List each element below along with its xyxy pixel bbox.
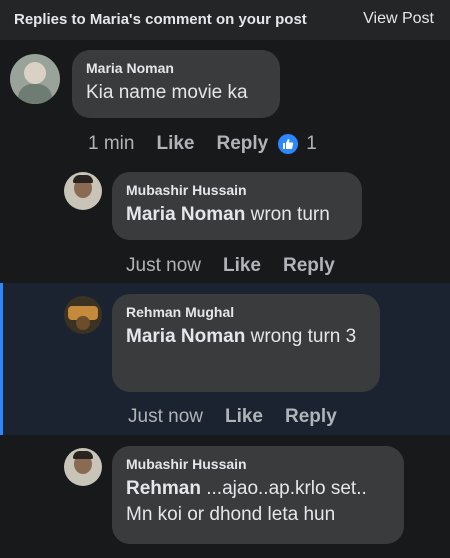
mention-link[interactable]: Rehman xyxy=(126,478,201,499)
view-post-link[interactable]: View Post xyxy=(363,10,434,28)
comment-text: Rehman ...ajao..ap.krlo set.. Mn koi or … xyxy=(126,476,390,528)
reply-button[interactable]: Reply xyxy=(285,406,337,428)
like-button[interactable]: Like xyxy=(156,133,194,155)
comment-actions: Just now Like Reply xyxy=(126,255,357,277)
like-button[interactable]: Like xyxy=(223,255,261,277)
avatar[interactable] xyxy=(64,172,102,210)
comment-bubble[interactable]: Mubashir Hussain Maria Noman wron turn xyxy=(112,172,362,240)
comment-text: Maria Noman wron turn xyxy=(126,202,348,228)
comment-timestamp: 1 min xyxy=(88,133,135,154)
comment-author[interactable]: Maria Noman xyxy=(86,60,266,76)
like-button[interactable]: Like xyxy=(225,406,263,428)
comment-timestamp: Just now xyxy=(126,255,201,276)
avatar[interactable] xyxy=(64,448,102,486)
comment-author[interactable]: Mubashir Hussain xyxy=(126,456,390,472)
like-reaction-icon[interactable] xyxy=(278,134,299,154)
reply-button[interactable]: Reply xyxy=(283,255,335,277)
comment-body: wrong turn 3 xyxy=(245,326,357,347)
comment-bubble[interactable]: Maria Noman Kia name movie ka xyxy=(72,50,280,118)
comment-bubble[interactable]: Rehman Mughal Maria Noman wrong turn 3 xyxy=(112,294,380,392)
header-bar: Replies to Maria's comment on your post … xyxy=(0,0,450,40)
avatar[interactable] xyxy=(64,296,102,334)
comment-body: wron turn xyxy=(245,204,330,225)
comment-text: Kia name movie ka xyxy=(86,80,266,106)
avatar[interactable] xyxy=(10,54,60,104)
comment-author[interactable]: Rehman Mughal xyxy=(126,304,366,320)
page-title: Replies to Maria's comment on your post xyxy=(14,11,307,28)
comment-bubble[interactable]: Mubashir Hussain Rehman ...ajao..ap.krlo… xyxy=(112,446,404,544)
comment-actions: Just now Like Reply xyxy=(128,406,359,428)
comment-author[interactable]: Mubashir Hussain xyxy=(126,182,348,198)
reaction-count: 1 xyxy=(306,133,317,154)
comment-body: Kia name movie ka xyxy=(86,82,248,103)
comment-actions: 1 min Like Reply 1 xyxy=(88,133,317,155)
comment-text: Maria Noman wrong turn 3 xyxy=(126,324,366,350)
mention-link[interactable]: Maria Noman xyxy=(126,326,245,347)
reply-button[interactable]: Reply xyxy=(217,133,269,155)
mention-link[interactable]: Maria Noman xyxy=(126,204,245,225)
comment-timestamp: Just now xyxy=(128,406,203,427)
